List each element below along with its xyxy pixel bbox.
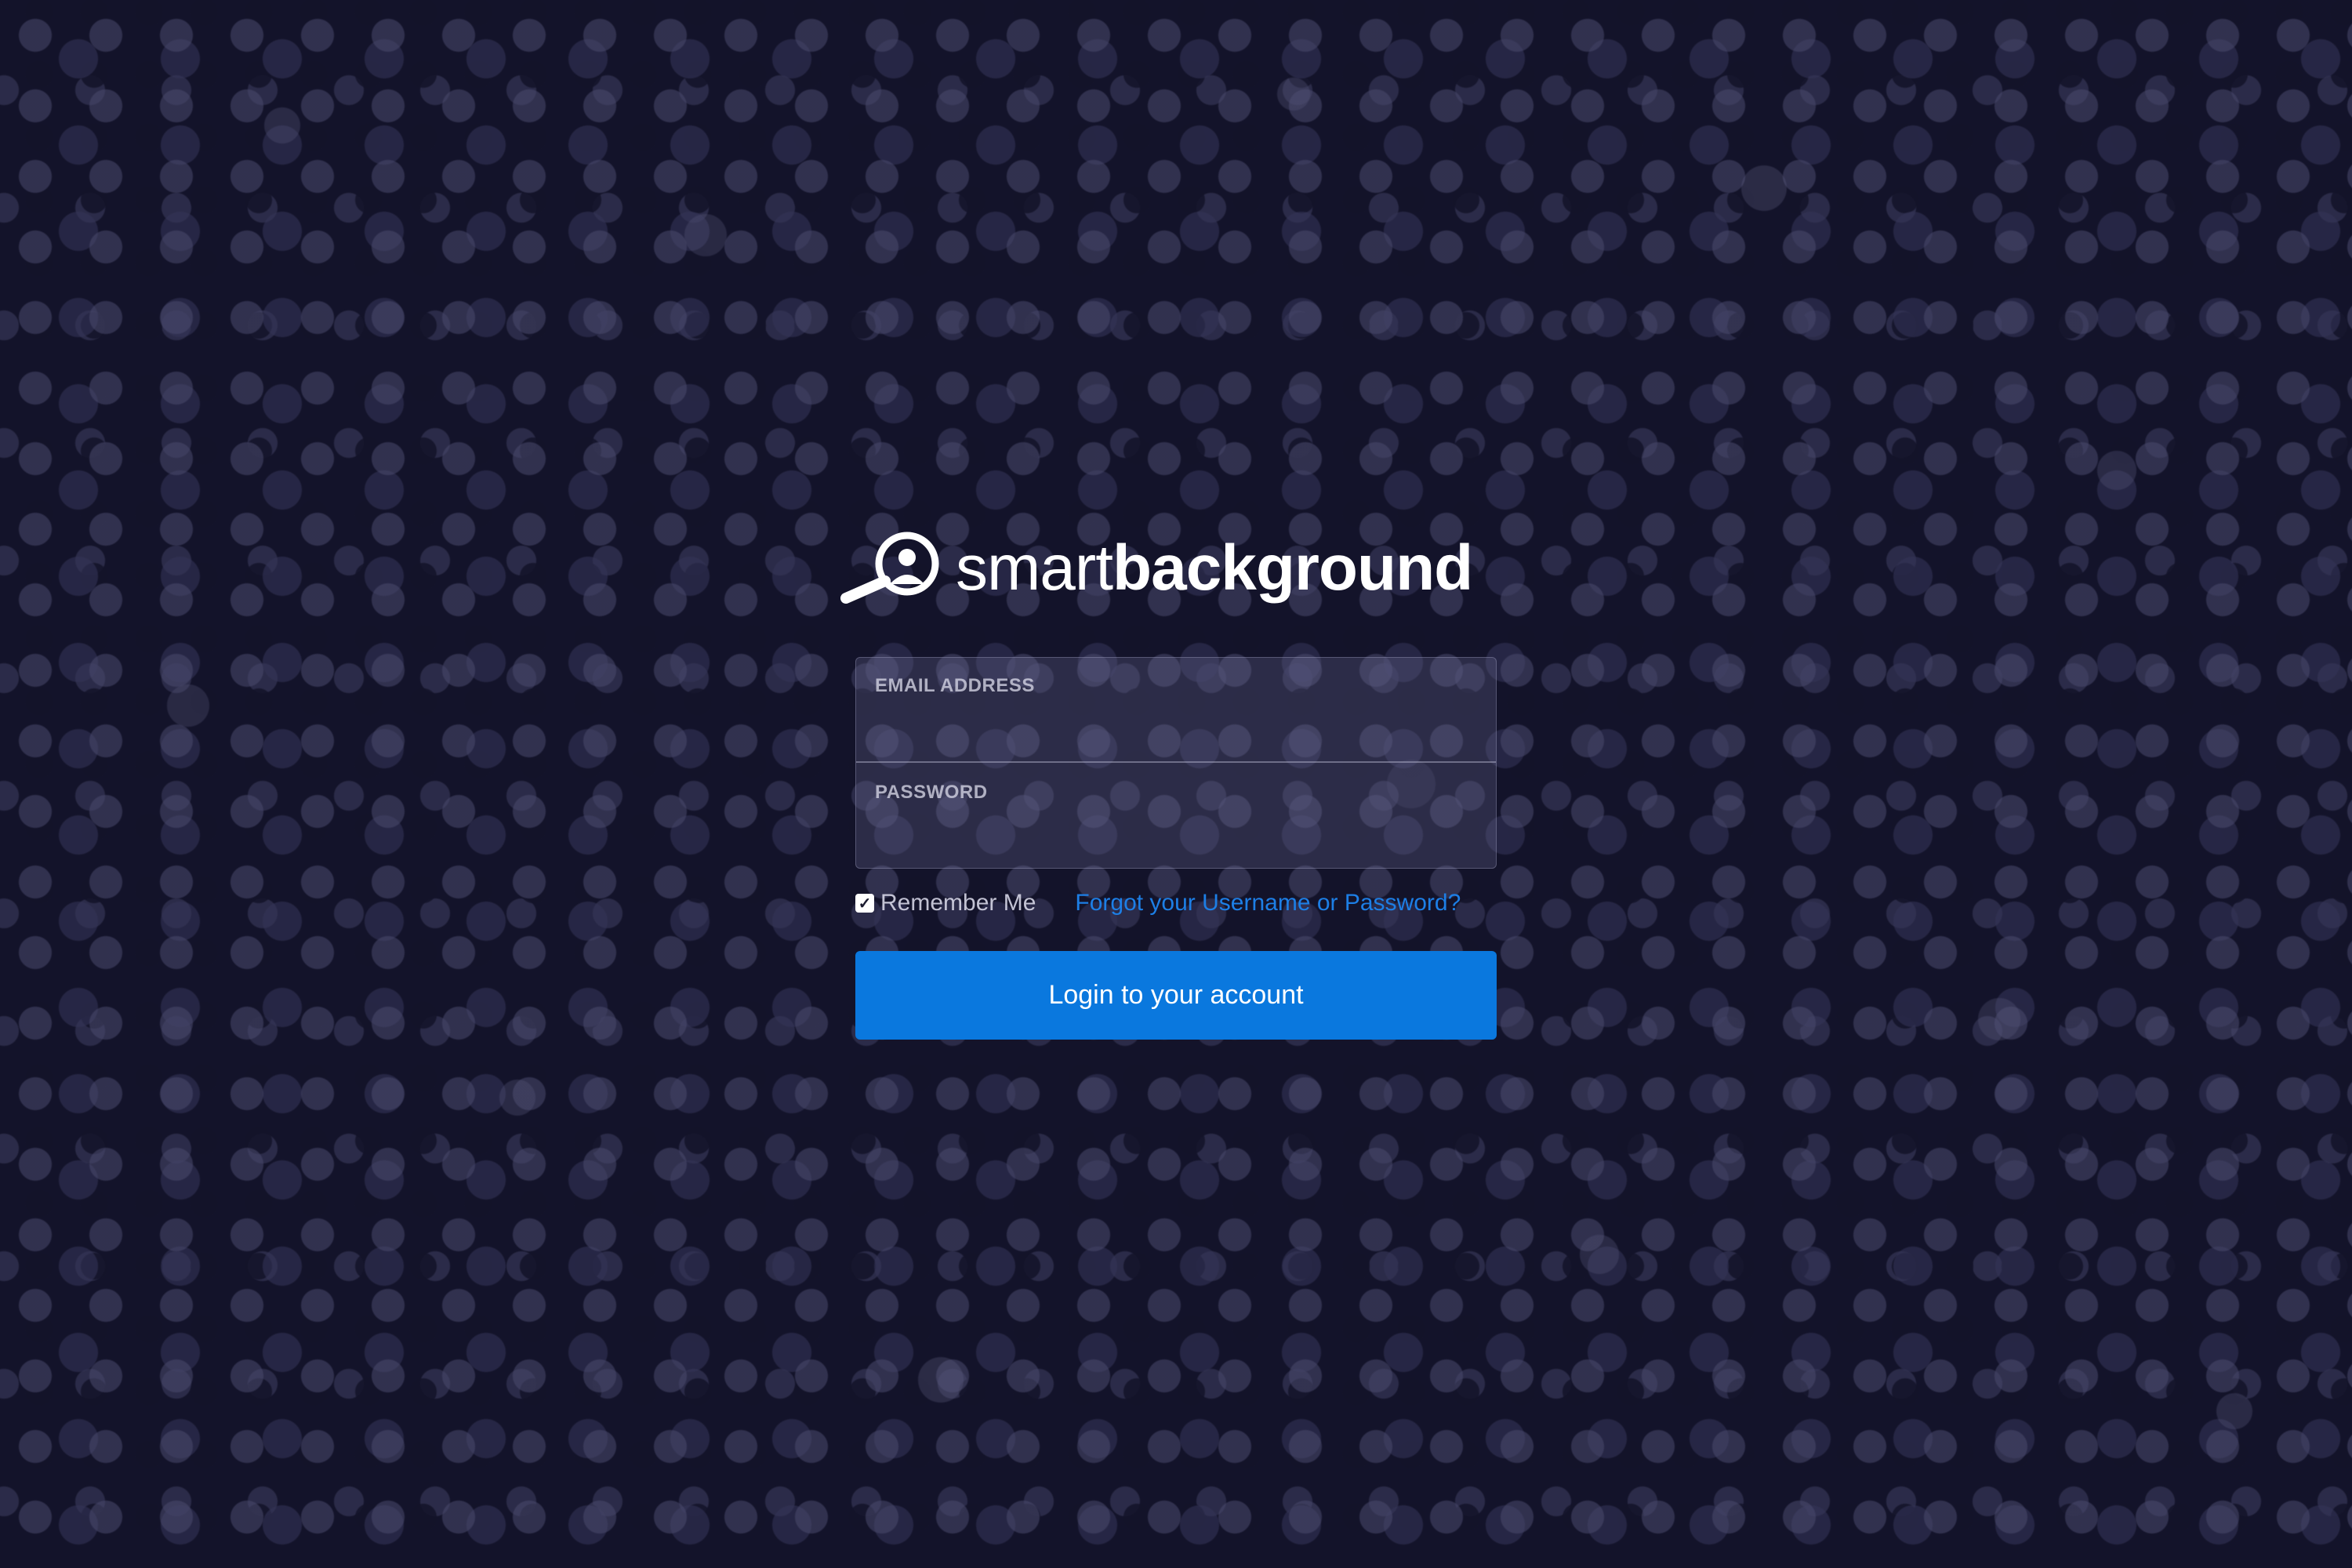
password-input[interactable] [875,813,1480,854]
remember-me-checkbox[interactable]: ✓ [855,894,874,913]
email-field-group: EMAIL ADDRESS [856,658,1496,763]
email-input[interactable] [875,706,1480,747]
password-field-group: PASSWORD [856,764,1496,869]
brand-name-bold: background [1112,532,1473,604]
login-form: EMAIL ADDRESS PASSWORD [855,657,1497,869]
brand-name-light: smart [956,532,1113,604]
email-label: EMAIL ADDRESS [875,675,1035,696]
remember-me-label[interactable]: Remember Me [880,890,1036,916]
login-options: ✓ Remember Me Forgot your Username or Pa… [855,886,1530,920]
brand-logo: smart background [835,525,1473,612]
login-page: smart background EMAIL ADDRESS PASSWORD ✓… [0,0,2352,1568]
login-button[interactable]: Login to your account [855,951,1497,1040]
checkmark-icon: ✓ [858,895,872,913]
password-label: PASSWORD [875,782,988,803]
forgot-credentials-link[interactable]: Forgot your Username or Password? [1075,890,1461,916]
magnifier-person-icon [840,532,939,604]
